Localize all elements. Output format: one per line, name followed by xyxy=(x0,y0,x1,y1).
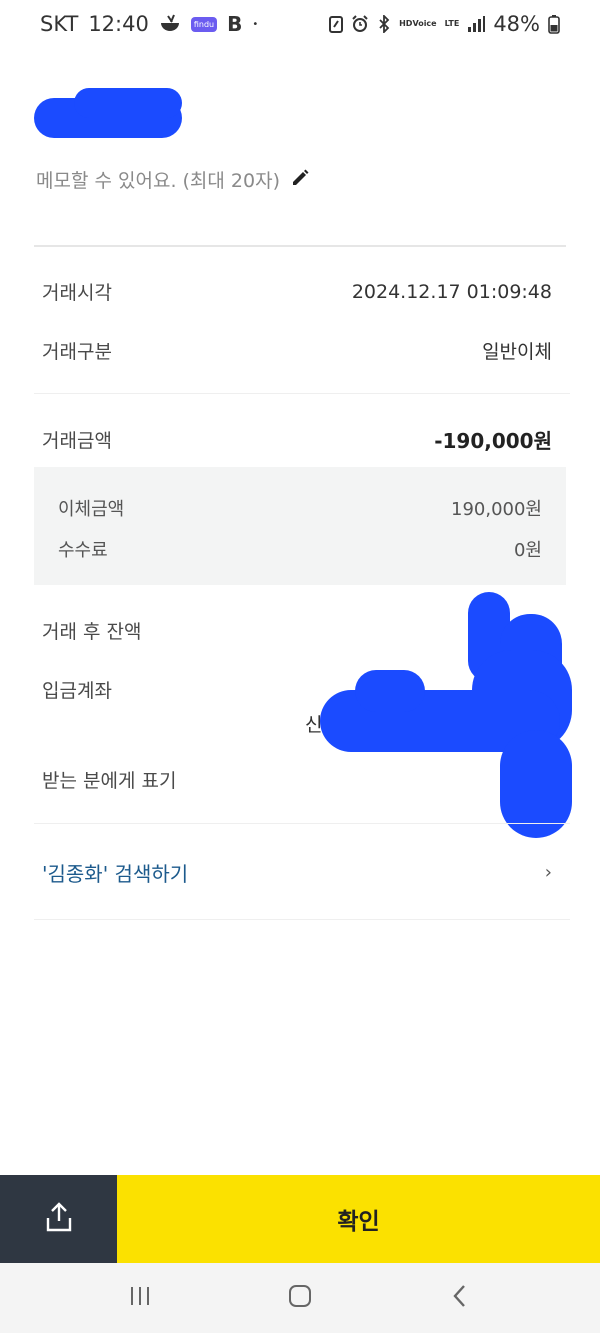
deposit-account-label: 입금계좌 xyxy=(42,680,112,702)
pencil-icon[interactable] xyxy=(290,168,310,192)
search-recipient-link[interactable]: '김종화' 검색하기 xyxy=(42,858,188,887)
section-divider xyxy=(34,393,570,394)
balance-after-label: 거래 후 잔액 xyxy=(42,621,142,643)
transaction-type-value: 일반이체 xyxy=(482,341,552,363)
system-nav-bar xyxy=(0,1263,600,1333)
signal-icon xyxy=(467,15,486,33)
search-recipient-row[interactable]: '김종화' 검색하기 › xyxy=(42,858,552,887)
transfer-amount-value: 190,000원 xyxy=(451,499,542,520)
account-info-redacted xyxy=(0,0,600,1333)
deposit-account-partial: 신 xyxy=(305,714,323,736)
deposit-account-row: 입금계좌 xyxy=(42,676,552,703)
fee-value: 0원 xyxy=(513,540,542,561)
memo-placeholder: 메모할 수 있어요. (최대 20자) xyxy=(36,170,281,192)
transaction-amount-row: 거래금액 -190,000원 xyxy=(42,425,552,454)
transaction-time-row: 거래시각 2024.12.17 01:09:48 xyxy=(42,278,552,305)
clock: 12:40 xyxy=(88,12,149,36)
more-notifications-dot: • xyxy=(252,18,259,30)
memo-row[interactable]: 메모할 수 있어요. (최대 20자) xyxy=(36,166,310,193)
recent-apps-button[interactable] xyxy=(110,1278,170,1318)
bottom-action-bar: 확인 xyxy=(0,1175,600,1263)
home-icon xyxy=(287,1283,313,1313)
confirm-button[interactable]: 확인 xyxy=(117,1175,600,1263)
header-divider xyxy=(34,245,566,247)
back-button[interactable] xyxy=(430,1278,490,1318)
carrier-label: SKT xyxy=(40,12,79,36)
transaction-amount-label: 거래금액 xyxy=(42,430,112,452)
bowl-icon xyxy=(159,14,181,34)
lte-icon: LTE xyxy=(444,19,460,28)
chevron-right-icon: › xyxy=(544,862,552,883)
bluetooth-icon xyxy=(377,15,391,33)
hd-label: HD xyxy=(399,19,413,28)
recent-apps-icon xyxy=(128,1284,152,1312)
transfer-amount-label: 이체금액 xyxy=(58,499,125,520)
balance-after-row: 거래 후 잔액 xyxy=(42,617,552,644)
findu-app-icon: findu xyxy=(190,16,218,32)
hd-voice-icon: HD Voice xyxy=(399,20,437,28)
share-icon xyxy=(44,1201,74,1237)
battery-percent: 48% xyxy=(493,12,540,36)
section-divider xyxy=(34,919,570,920)
recipient-display-row: 받는 분에게 표기 xyxy=(42,766,552,793)
back-icon xyxy=(450,1283,470,1313)
transaction-time-value: 2024.12.17 01:09:48 xyxy=(351,280,552,303)
fee-breakdown-box: 이체금액 190,000원 수수료 0원 xyxy=(34,467,566,585)
status-right: HD Voice LTE 48% xyxy=(329,12,560,36)
section-divider xyxy=(34,823,570,824)
b-app-icon: B xyxy=(227,12,243,36)
recipient-name-redacted xyxy=(34,88,182,140)
voice-label: Voice xyxy=(412,19,437,28)
fee-row: 수수료 0원 xyxy=(58,536,542,562)
status-left: SKT 12:40 findu B • xyxy=(40,12,258,36)
redaction-mark xyxy=(74,88,182,118)
transaction-time-label: 거래시각 xyxy=(42,282,112,304)
alarm-icon xyxy=(351,15,369,33)
home-button[interactable] xyxy=(270,1278,330,1318)
transfer-amount-row: 이체금액 190,000원 xyxy=(58,495,542,521)
battery-saver-icon xyxy=(329,15,344,33)
transaction-type-label: 거래구분 xyxy=(42,341,112,363)
transaction-type-row: 거래구분 일반이체 xyxy=(42,337,552,364)
status-bar: SKT 12:40 findu B • HD Voice LTE 48% xyxy=(0,0,600,56)
fee-label: 수수료 xyxy=(58,540,108,561)
transaction-amount-value: -190,000원 xyxy=(434,429,552,453)
recipient-display-label: 받는 분에게 표기 xyxy=(42,770,177,792)
battery-icon xyxy=(548,14,560,34)
share-button[interactable] xyxy=(0,1175,117,1263)
